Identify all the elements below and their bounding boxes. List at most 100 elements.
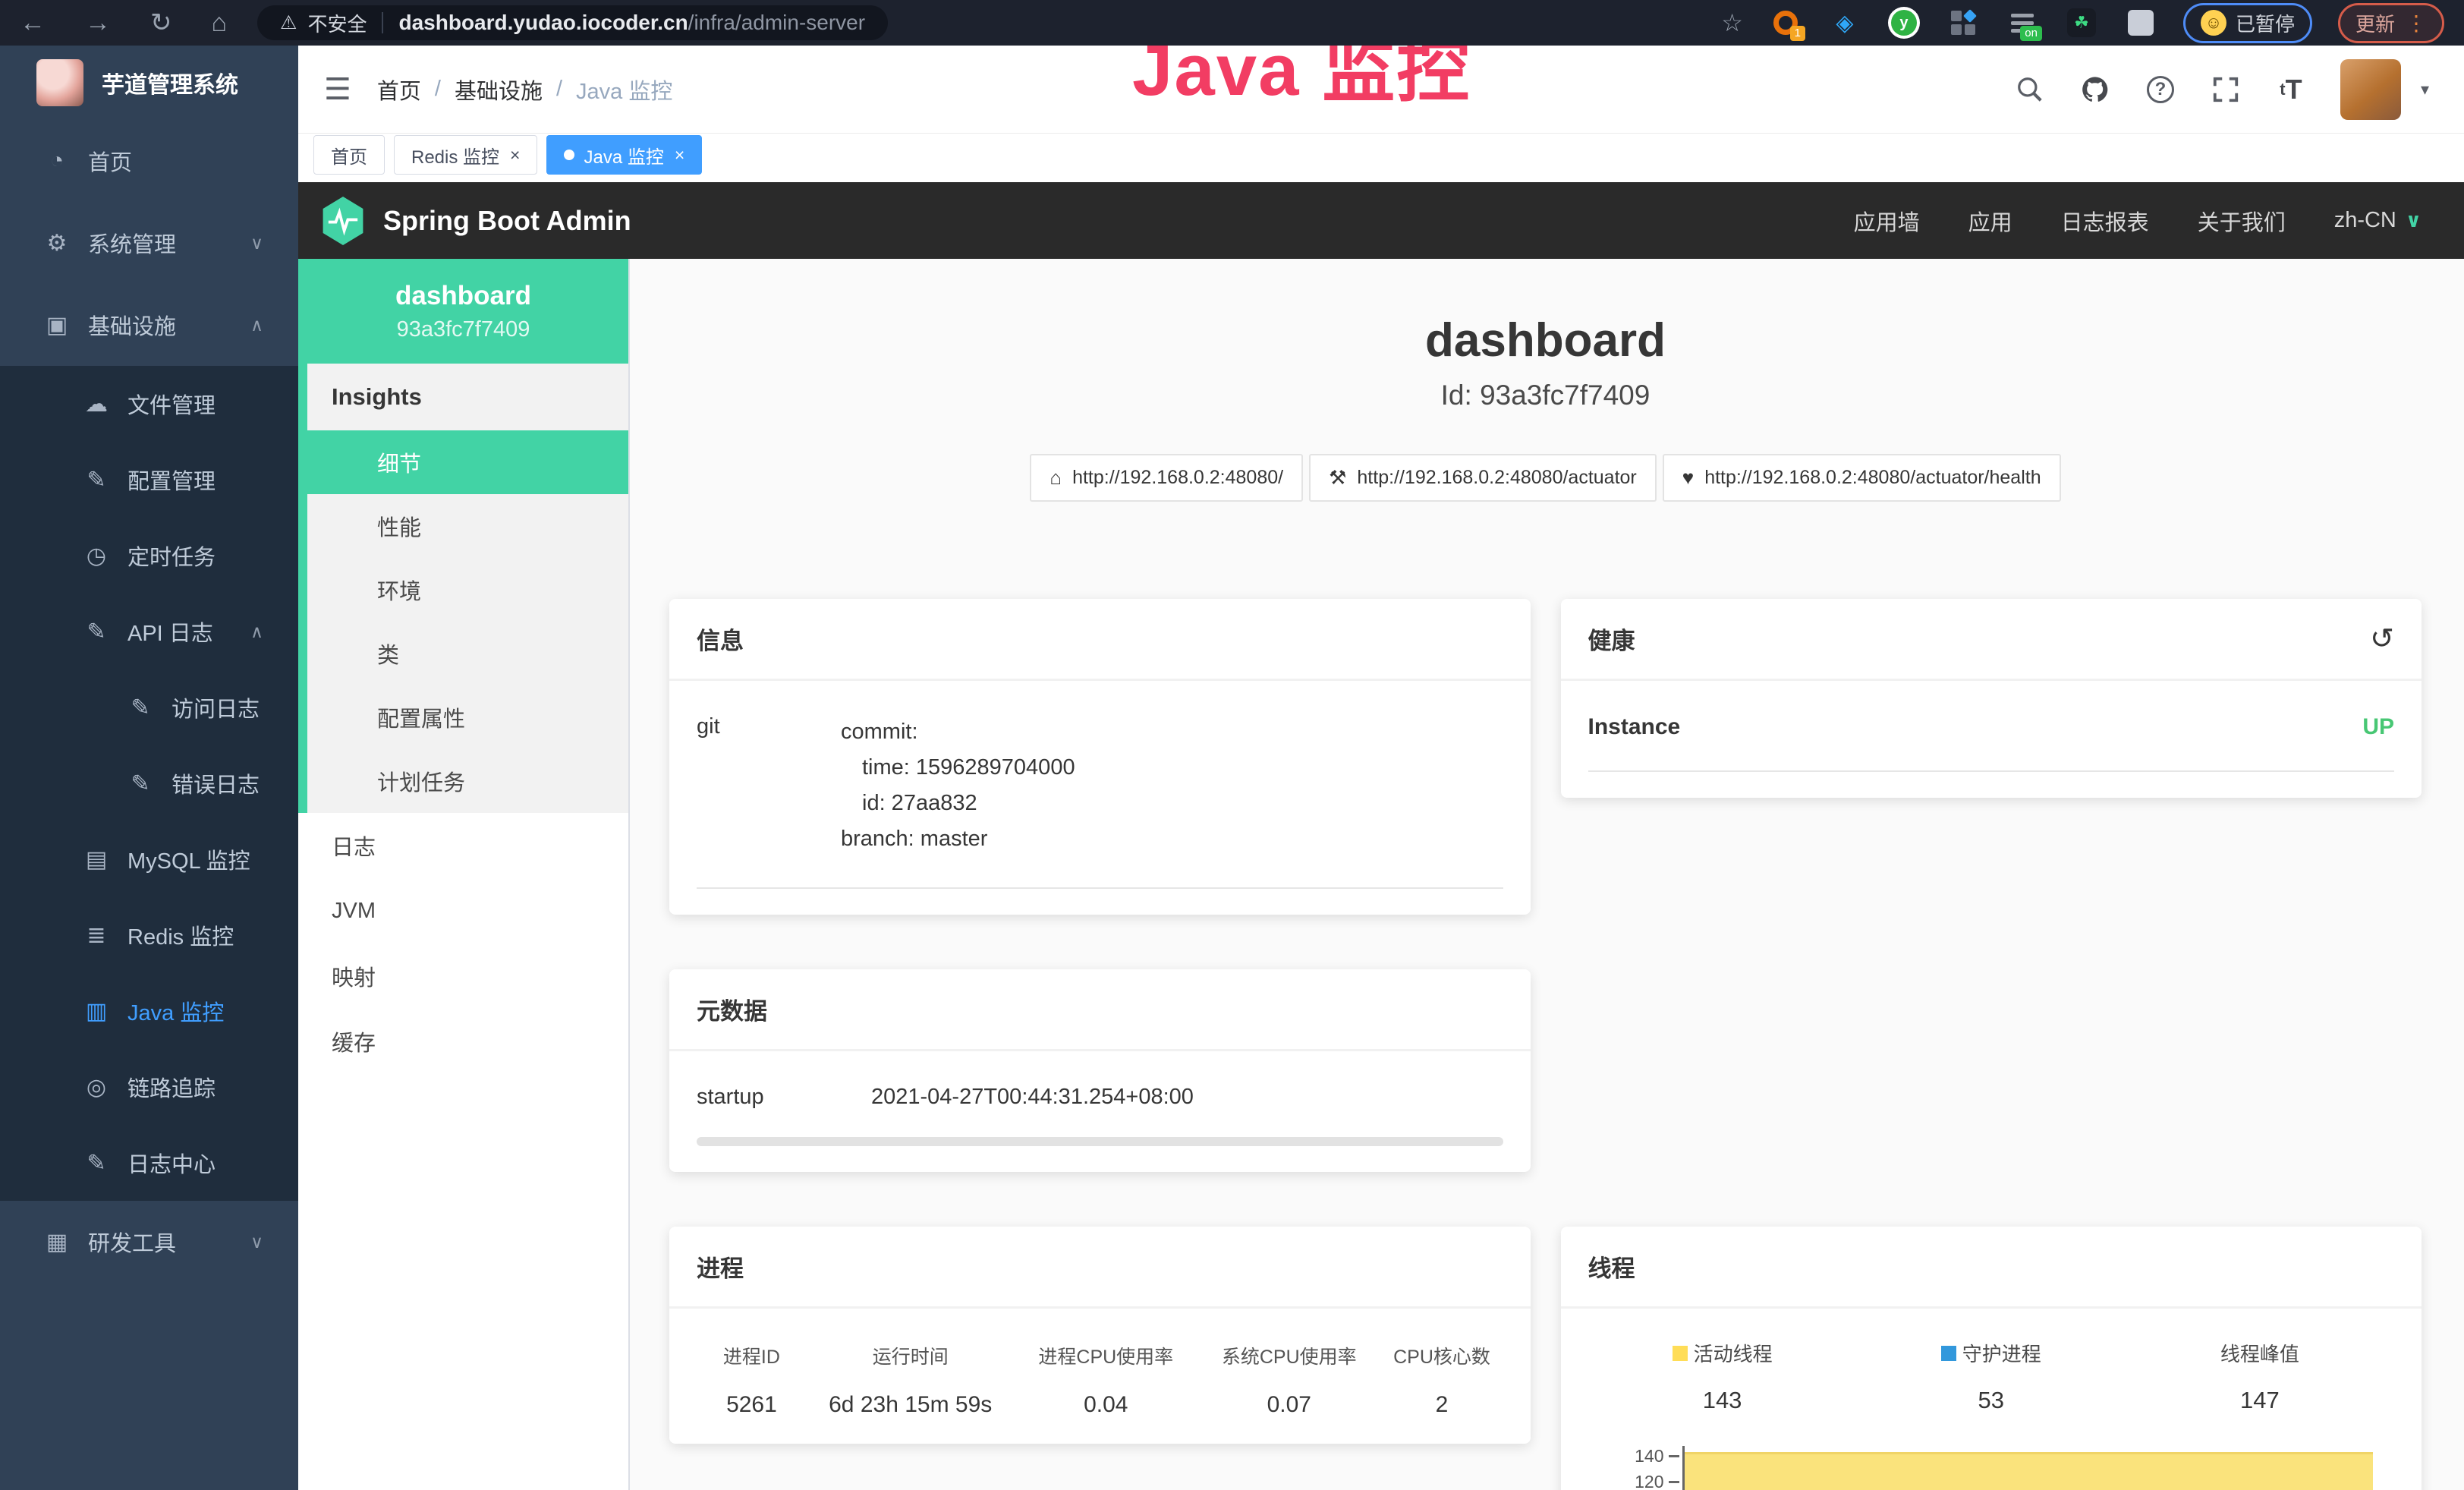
menu-item-metrics[interactable]: 性能 xyxy=(307,494,628,558)
breadcrumb-separator: / xyxy=(556,77,562,102)
status-badge: UP xyxy=(2362,714,2394,740)
font-size-icon[interactable]: tT xyxy=(2275,74,2307,106)
tab-redis-monitor[interactable]: Redis 监控 × xyxy=(394,135,537,175)
history-icon[interactable]: ↺ xyxy=(2370,622,2394,656)
database-icon: ▤ xyxy=(79,846,114,873)
sidebar-item-access-logs[interactable]: ✎ 访问日志 xyxy=(0,669,298,745)
menu-item-logging[interactable]: 日志 xyxy=(298,813,628,878)
y-extension-icon[interactable]: y xyxy=(1887,6,1921,39)
tab-java-monitor[interactable]: Java 监控 × xyxy=(546,135,702,175)
paused-label: 已暂停 xyxy=(2236,9,2295,37)
menu-item-mappings[interactable]: 映射 xyxy=(298,943,628,1009)
puzzle-extensions-icon[interactable] xyxy=(2124,6,2157,39)
help-icon[interactable]: ? xyxy=(2145,74,2176,106)
sba-nav-about[interactable]: 关于我们 xyxy=(2198,205,2286,237)
sidebar-item-dev-tools[interactable]: ▦ 研发工具 ∨ xyxy=(0,1201,298,1283)
insights-section-label: Insights xyxy=(307,364,628,430)
chevron-up-icon: ∧ xyxy=(250,622,263,642)
daemon-threads-value: 53 xyxy=(1857,1387,2126,1414)
threads-card: 线程 活动线程 143 守护进程 53 线 xyxy=(1561,1227,2422,1490)
sidebar-item-scheduled-jobs[interactable]: ◷ 定时任务 xyxy=(0,518,298,594)
endpoint-actuator-link[interactable]: ⚒ http://192.168.0.2:48080/actuator xyxy=(1309,454,1657,502)
sidebar-item-label: API 日志 xyxy=(127,616,213,647)
sidebar-item-system-mgmt[interactable]: ⚙ 系统管理 ∨ xyxy=(0,202,298,284)
menu-item-classes[interactable]: 类 xyxy=(307,622,628,685)
sidebar-item-error-logs[interactable]: ✎ 错误日志 xyxy=(0,745,298,821)
caret-down-icon[interactable]: ▾ xyxy=(2421,80,2429,99)
pin-extension-icon[interactable]: ◈ xyxy=(1828,6,1861,39)
instance-sidebar: dashboard 93a3fc7f7409 Insights 细节 性能 环境… xyxy=(298,259,630,1490)
endpoint-health-link[interactable]: ♥ http://192.168.0.2:48080/actuator/heal… xyxy=(1663,454,2061,502)
switch-extension-icon[interactable]: on xyxy=(2006,6,2039,39)
address-bar[interactable]: ⚠ 不安全 dashboard.yudao.iocoder.cn /infra/… xyxy=(257,5,888,40)
menu-item-jvm[interactable]: JVM xyxy=(298,878,628,943)
github-icon[interactable] xyxy=(2079,74,2111,106)
breadcrumb-home[interactable]: 首页 xyxy=(377,74,421,106)
browser-toolbar: ← → ↻ ⌂ ⚠ 不安全 dashboard.yudao.iocoder.cn… xyxy=(0,0,2464,46)
y-tick-120: 120 xyxy=(1588,1472,1664,1490)
sidebar-item-api-logs[interactable]: ✎ API 日志 ∧ xyxy=(0,594,298,669)
user-avatar[interactable] xyxy=(2340,59,2401,120)
fullscreen-icon[interactable] xyxy=(2210,74,2242,106)
sba-nav-journal[interactable]: 日志报表 xyxy=(2061,205,2149,237)
sidebar-item-label: 首页 xyxy=(88,145,132,177)
startup-value: 2021-04-27T00:44:31.254+08:00 xyxy=(871,1085,1194,1110)
sidebar-item-infrastructure[interactable]: ▣ 基础设施 ∧ xyxy=(0,284,298,366)
bookmark-star-icon[interactable]: ☆ xyxy=(1721,8,1743,37)
reload-icon[interactable]: ↻ xyxy=(150,8,172,38)
menu-item-details[interactable]: 细节 xyxy=(298,430,628,494)
sba-brand[interactable]: Spring Boot Admin xyxy=(321,197,631,245)
extension-circle-icon[interactable]: 1 xyxy=(1769,6,1802,39)
menu-item-config-props[interactable]: 配置属性 xyxy=(307,685,628,749)
forward-icon[interactable]: → xyxy=(85,8,111,38)
leaf-extension-icon[interactable]: ☘ xyxy=(2065,6,2098,39)
daemon-threads-label: 守护进程 xyxy=(1962,1339,2041,1367)
close-icon[interactable]: × xyxy=(510,145,520,165)
live-threads-swatch xyxy=(1673,1346,1688,1361)
sidebar-item-config-mgmt[interactable]: ✎ 配置管理 xyxy=(0,442,298,518)
instance-header[interactable]: dashboard 93a3fc7f7409 xyxy=(298,259,628,364)
peak-threads-value: 147 xyxy=(2126,1387,2394,1414)
sidebar-item-label: MySQL 监控 xyxy=(127,843,250,875)
edit-icon: ✎ xyxy=(123,695,158,721)
sba-nav-wallboard[interactable]: 应用墙 xyxy=(1854,205,1920,237)
grid-extension-icon[interactable] xyxy=(1946,6,1980,39)
java-monitor-icon: ▥ xyxy=(79,998,114,1025)
sidebar-item-tracing[interactable]: ◎ 链路追踪 xyxy=(0,1049,298,1125)
browser-update-button[interactable]: 更新 ⋮ xyxy=(2338,3,2444,43)
breadcrumb-current: Java 监控 xyxy=(576,74,672,106)
menu-item-environment[interactable]: 环境 xyxy=(307,558,628,622)
url-divider xyxy=(382,12,383,33)
search-icon[interactable] xyxy=(2014,74,2046,106)
sidebar-toggle-icon[interactable]: ☰ xyxy=(324,72,351,107)
paused-profile-chip[interactable]: ☺ 已暂停 xyxy=(2183,3,2312,43)
sba-nav-applications[interactable]: 应用 xyxy=(1968,205,2012,237)
sidebar-item-redis-monitor[interactable]: ≣ Redis 监控 xyxy=(0,897,298,973)
breadcrumb-infrastructure[interactable]: 基础设施 xyxy=(455,74,543,106)
health-instance-label: Instance xyxy=(1588,714,1681,740)
app-logo-row[interactable]: 芋道管理系统 xyxy=(0,46,298,120)
info-card: 信息 git commit: time: 1596289704000 id: 2… xyxy=(669,599,1531,915)
back-icon[interactable]: ← xyxy=(20,8,46,38)
axis-tick xyxy=(1669,1481,1679,1483)
row-divider xyxy=(1588,770,2395,772)
sba-locale-select[interactable]: zh-CN ∨ xyxy=(2334,208,2422,233)
sidebar-item-file-mgmt[interactable]: ☁ 文件管理 xyxy=(0,366,298,442)
horizontal-scrollbar[interactable] xyxy=(697,1137,1503,1146)
endpoint-links: ⌂ http://192.168.0.2:48080/ ⚒ http://192… xyxy=(669,454,2422,502)
sba-brand-title: Spring Boot Admin xyxy=(383,205,631,237)
menu-item-scheduled-tasks[interactable]: 计划任务 xyxy=(307,749,628,813)
menu-item-caches[interactable]: 缓存 xyxy=(298,1009,628,1074)
axis-tick xyxy=(1669,1455,1679,1457)
close-icon[interactable]: × xyxy=(675,145,684,165)
instance-id: 93a3fc7f7409 xyxy=(397,317,530,342)
sidebar-item-java-monitor[interactable]: ▥ Java 监控 xyxy=(0,973,298,1049)
sidebar-item-home[interactable]: ◔ 首页 xyxy=(0,120,298,202)
home-icon[interactable]: ⌂ xyxy=(212,8,228,38)
sidebar-item-log-center[interactable]: ✎ 日志中心 xyxy=(0,1125,298,1201)
sidebar-item-mysql-monitor[interactable]: ▤ MySQL 监控 xyxy=(0,821,298,897)
tab-home[interactable]: 首页 xyxy=(313,135,385,175)
more-menu-icon[interactable]: ⋮ xyxy=(2406,11,2427,36)
endpoint-home-link[interactable]: ⌂ http://192.168.0.2:48080/ xyxy=(1030,454,1303,502)
y-tick-140: 140 xyxy=(1588,1446,1664,1466)
